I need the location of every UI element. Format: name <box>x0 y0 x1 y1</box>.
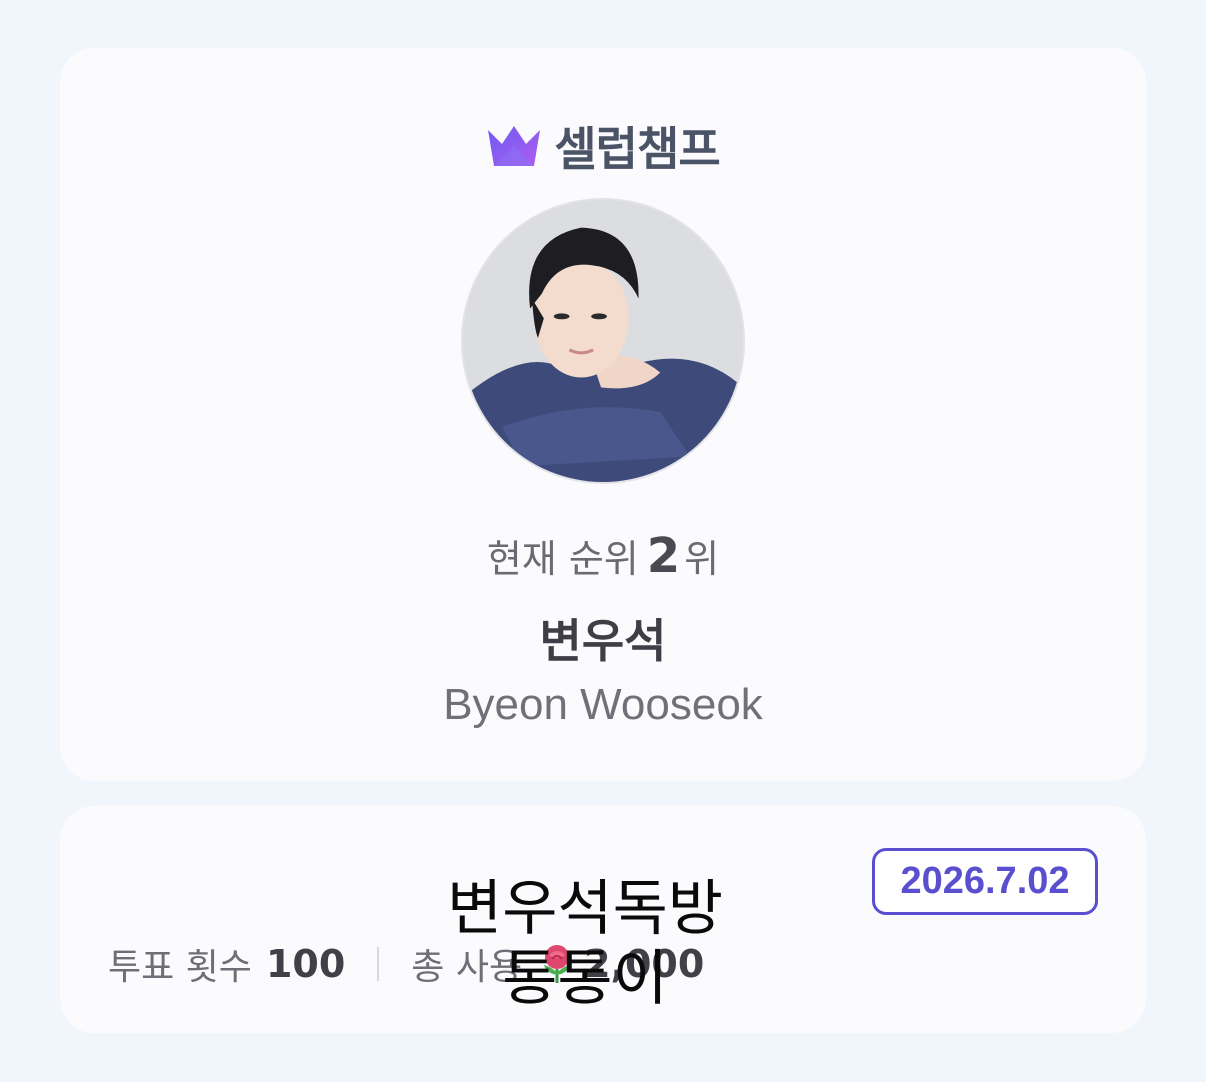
overlay-line-2: 통통이 <box>502 944 668 1014</box>
rank-label: 현재 순위 <box>486 537 639 581</box>
brand-name: 셀럽챔프 <box>554 122 720 176</box>
crown-icon <box>488 126 541 166</box>
rank-number: 2 <box>646 528 681 584</box>
brand-header: 셀럽챔프 <box>0 113 1206 179</box>
rank-suffix: 위 <box>684 537 720 581</box>
vote-count-value: 100 <box>265 942 346 986</box>
current-rank: 현재 순위 2 위 <box>0 528 1206 584</box>
vote-count-label: 투표 횟수 <box>108 947 252 988</box>
celeb-name-korean: 변우석 <box>539 614 667 668</box>
date-badge: 2026.7.02 <box>872 848 1098 915</box>
profile-photo <box>461 198 745 484</box>
overlay-line-1: 변우석독방 <box>447 874 723 944</box>
overlay-caption: 변우석독방 통통이 <box>400 874 770 1014</box>
stats-divider <box>377 947 380 981</box>
celeb-name-english: Byeon Wooseok <box>443 680 763 729</box>
